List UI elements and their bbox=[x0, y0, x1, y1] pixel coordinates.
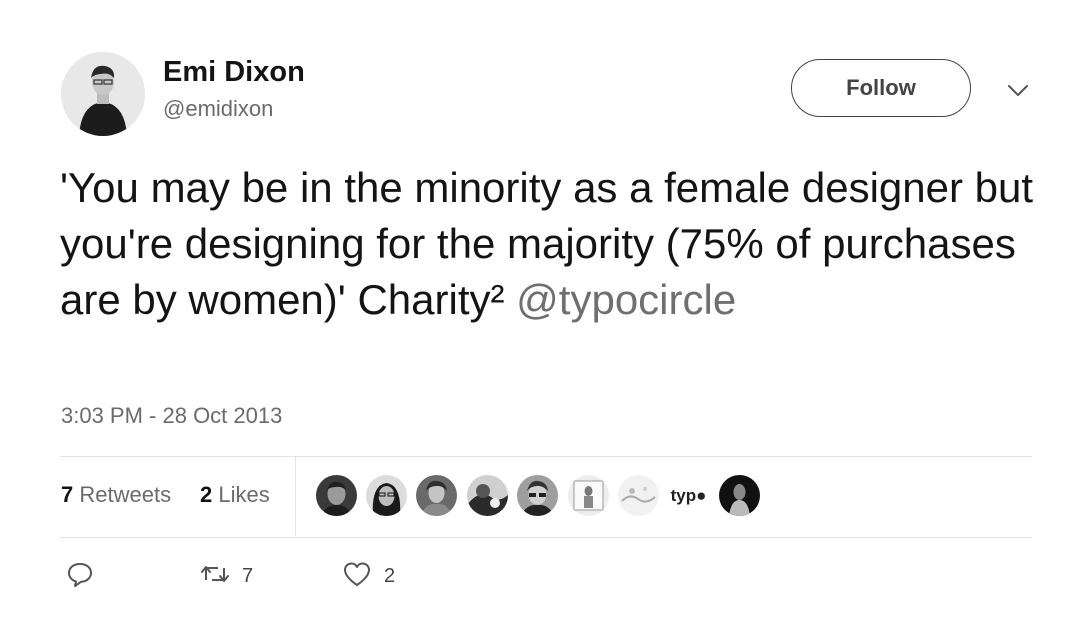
likes-stat[interactable]: 2 Likes bbox=[200, 482, 270, 508]
tweet-mention-link[interactable]: @typocircle bbox=[516, 276, 736, 323]
retweets-stat[interactable]: 7 Retweets bbox=[61, 482, 171, 508]
liker-avatar[interactable] bbox=[517, 475, 558, 516]
liker-avatar[interactable] bbox=[467, 475, 508, 516]
likes-count: 2 bbox=[200, 482, 213, 507]
liker-avatar[interactable] bbox=[719, 475, 760, 516]
stats-divider bbox=[295, 457, 296, 536]
author-avatar[interactable] bbox=[61, 52, 145, 136]
retweet-icon bbox=[200, 560, 230, 593]
likes-label: Likes bbox=[218, 482, 270, 507]
divider-top bbox=[60, 456, 1032, 457]
like-count: 2 bbox=[384, 564, 396, 587]
liker-avatar[interactable] bbox=[568, 475, 609, 516]
retweets-count: 7 bbox=[61, 482, 74, 507]
retweet-button[interactable]: 7 bbox=[200, 562, 253, 590]
heart-icon bbox=[342, 560, 372, 593]
liker-avatar-logo[interactable]: typ● bbox=[668, 475, 709, 516]
reply-icon bbox=[66, 560, 94, 593]
divider-bottom bbox=[60, 537, 1032, 538]
liker-avatar[interactable] bbox=[366, 475, 407, 516]
tweet-text: 'You may be in the minority as a female … bbox=[60, 160, 1050, 328]
chevron-down-icon[interactable] bbox=[1005, 80, 1031, 100]
like-button[interactable]: 2 bbox=[342, 562, 395, 590]
follow-button[interactable]: Follow bbox=[791, 59, 971, 117]
tweet-timestamp[interactable]: 3:03 PM - 28 Oct 2013 bbox=[61, 403, 282, 429]
liker-avatar[interactable] bbox=[416, 475, 457, 516]
reply-button[interactable] bbox=[66, 562, 94, 590]
liker-avatar[interactable] bbox=[618, 475, 659, 516]
retweets-label: Retweets bbox=[79, 482, 172, 507]
retweet-count: 7 bbox=[242, 564, 254, 587]
author-handle[interactable]: @emidixon bbox=[163, 96, 273, 122]
author-display-name[interactable]: Emi Dixon bbox=[163, 56, 305, 89]
liker-avatar[interactable] bbox=[316, 475, 357, 516]
